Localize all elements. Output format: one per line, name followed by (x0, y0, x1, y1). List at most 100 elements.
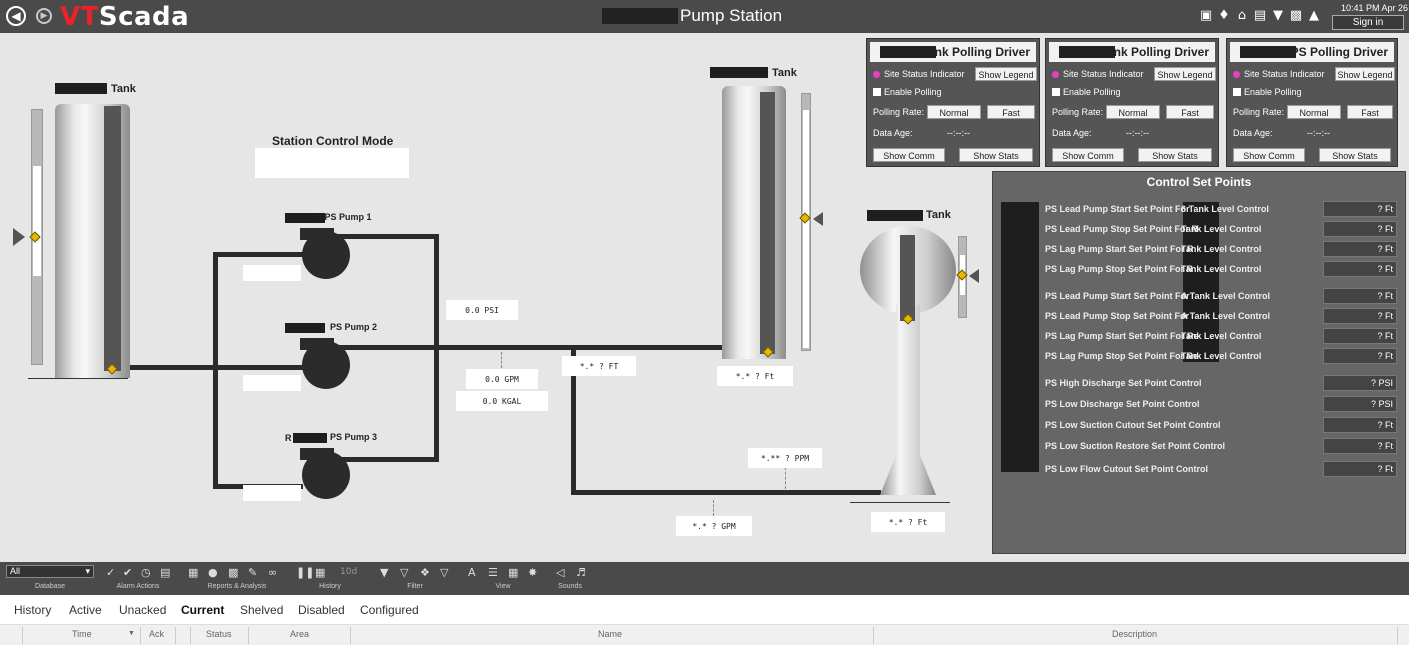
site-status-row: Site Status Indicator (873, 69, 965, 79)
show-comm-button[interactable]: Show Comm (1233, 148, 1305, 162)
show-comm-button[interactable]: Show Comm (873, 148, 945, 162)
tab-disabled[interactable]: Disabled (298, 603, 345, 617)
chart-icon[interactable]: ▦ (188, 566, 198, 579)
tab-current[interactable]: Current (181, 603, 224, 617)
edit-icon[interactable]: ✎ (248, 566, 257, 579)
normal-rate-button[interactable]: Normal (927, 105, 981, 119)
set-point-value[interactable]: ? Ft (1323, 308, 1397, 324)
tower-level-readout: *.* ? Ft (871, 512, 945, 532)
print-icon[interactable]: ▩ (1289, 9, 1303, 23)
history-range[interactable]: 10d (340, 567, 357, 577)
status-dot-icon (873, 71, 880, 78)
station-control-mode-value[interactable] (255, 148, 409, 178)
notes-icon[interactable]: ▤ (160, 566, 170, 579)
calendar-icon[interactable]: ▦ (315, 566, 325, 579)
set-point-value[interactable]: ? Ft (1323, 461, 1397, 477)
mute-icon[interactable]: ◁ (556, 566, 564, 579)
set-point-value[interactable]: ? Ft (1323, 328, 1397, 344)
highlight-icon[interactable]: ✸ (528, 566, 537, 579)
show-stats-button[interactable]: Show Stats (959, 148, 1033, 162)
font-size-icon[interactable]: A (468, 566, 476, 579)
sort-desc-icon[interactable]: ▼ (128, 630, 135, 637)
show-legend-button[interactable]: Show Legend (1335, 67, 1395, 81)
pump-1-icon[interactable] (300, 228, 352, 280)
set-point-value[interactable]: ? Ft (1323, 348, 1397, 364)
pump-2-icon[interactable] (300, 338, 352, 390)
filter-type-icon[interactable]: ▽ (400, 566, 408, 579)
enable-polling-checkbox[interactable]: Enable Polling (1052, 87, 1121, 97)
set-point-value[interactable]: ? PSI (1323, 396, 1397, 412)
enable-polling-checkbox[interactable]: Enable Polling (873, 87, 942, 97)
set-point-value[interactable]: ? Ft (1323, 221, 1397, 237)
tab-configured[interactable]: Configured (360, 603, 419, 617)
column-area[interactable]: Area (290, 629, 309, 639)
filter-clear-icon[interactable]: ❖ (420, 566, 430, 579)
redacted-text (285, 323, 325, 333)
bell-icon[interactable]: ▲ (1307, 9, 1321, 23)
row-spacing-icon[interactable]: ☰ (488, 566, 498, 579)
filter-extra-icon[interactable]: ▽ (440, 566, 448, 579)
tag-icon[interactable]: ♦ (1217, 9, 1231, 23)
water-tower (860, 226, 956, 495)
back-icon[interactable]: ◀ (6, 6, 26, 26)
normal-rate-button[interactable]: Normal (1287, 105, 1341, 119)
normal-rate-button[interactable]: Normal (1106, 105, 1160, 119)
column-description[interactable]: Description (1112, 629, 1157, 639)
acknowledge-all-icon[interactable]: ✔ (123, 566, 132, 579)
show-legend-button[interactable]: Show Legend (975, 67, 1037, 81)
tab-history[interactable]: History (14, 603, 51, 617)
set-point-value[interactable]: ? Ft (1323, 288, 1397, 304)
silence-icon[interactable]: ♬ (576, 566, 586, 579)
column-ack[interactable]: Ack (149, 629, 164, 639)
filter-icon[interactable]: ▼ (380, 566, 388, 579)
setpoint-arrow-icon (13, 228, 25, 246)
show-stats-button[interactable]: Show Stats (1319, 148, 1391, 162)
database-select[interactable]: All ▾ (6, 565, 94, 578)
column-time[interactable]: Time (72, 629, 92, 639)
set-point-label: PS Lag Pump Stop Set Point For Re (1045, 351, 1199, 361)
fast-rate-button[interactable]: Fast (1166, 105, 1214, 119)
tab-shelved[interactable]: Shelved (240, 603, 283, 617)
set-point-value[interactable]: ? Ft (1323, 201, 1397, 217)
fast-rate-button[interactable]: Fast (1347, 105, 1393, 119)
pause-icon[interactable]: ❚❚ (296, 566, 314, 579)
forward-icon[interactable]: ▶ (36, 8, 52, 24)
display-icon[interactable]: ▣ (1199, 9, 1213, 23)
report-icon[interactable]: ▩ (228, 566, 238, 579)
column-status[interactable]: Status (206, 629, 232, 639)
tab-unacked[interactable]: Unacked (119, 603, 166, 617)
data-age-value: --:--:-- (1307, 128, 1330, 138)
set-point-value[interactable]: ? Ft (1323, 261, 1397, 277)
info-icon[interactable]: ● (208, 566, 218, 579)
show-stats-button[interactable]: Show Stats (1138, 148, 1212, 162)
set-point-value[interactable]: ? Ft (1323, 417, 1397, 433)
home-icon[interactable]: ⌂ (1235, 9, 1249, 23)
filter-icon[interactable]: ▼ (1271, 9, 1285, 23)
fast-rate-button[interactable]: Fast (987, 105, 1035, 119)
data-age-value: --:--:-- (1126, 128, 1149, 138)
acknowledge-icon[interactable]: ✓ (106, 566, 115, 579)
shelve-icon[interactable]: ◷ (141, 566, 151, 579)
column-name[interactable]: Name (598, 629, 622, 639)
data-age-value: --:--:-- (947, 128, 970, 138)
clock: 10:41 PM Apr 26 (1340, 3, 1408, 13)
columns-icon[interactable]: ▦ (508, 566, 518, 579)
data-age-label: Data Age: (1233, 128, 1273, 138)
vtscada-logo: VTScada (60, 2, 190, 32)
pump-2-label: PS Pump 2 (330, 322, 378, 332)
show-legend-button[interactable]: Show Legend (1154, 67, 1216, 81)
link-icon[interactable]: ∞ (268, 566, 277, 579)
tab-active[interactable]: Active (69, 603, 102, 617)
polling-driver-panel: PS Polling Driver Site Status Indicator … (1226, 38, 1398, 167)
set-point-value[interactable]: ? Ft (1323, 241, 1397, 257)
sign-in-button[interactable]: Sign in (1332, 15, 1404, 30)
set-point-value[interactable]: ? PSI (1323, 375, 1397, 391)
enable-polling-checkbox[interactable]: Enable Polling (1233, 87, 1302, 97)
set-point-row: PS High Discharge Set Point Control ? PSI (993, 375, 1405, 393)
show-comm-button[interactable]: Show Comm (1052, 148, 1124, 162)
set-point-value[interactable]: ? Ft (1323, 438, 1397, 454)
pump-3-icon[interactable] (300, 448, 352, 500)
report-icon[interactable]: ▤ (1253, 9, 1267, 23)
pump-3-status (243, 485, 301, 501)
total-flow-readout: 0.0 KGAL (456, 391, 548, 411)
